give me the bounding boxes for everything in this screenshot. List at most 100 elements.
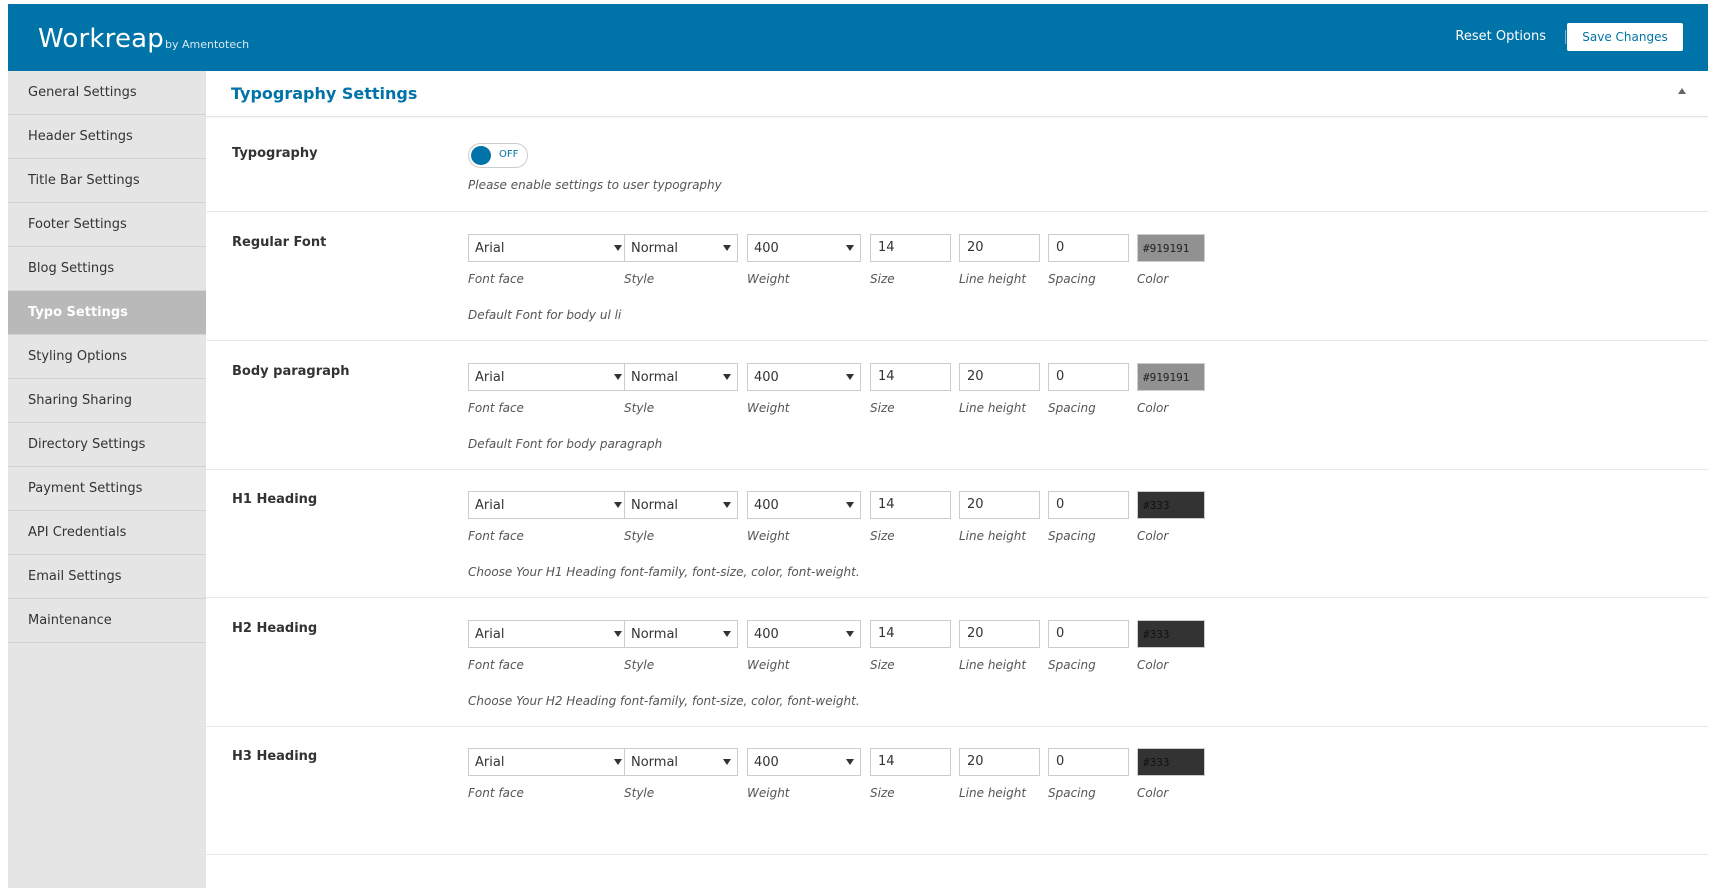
font-face-caption: Font face — [468, 401, 524, 415]
chevron-down-icon — [846, 759, 854, 765]
style-caption: Style — [624, 658, 655, 672]
line-height-caption: Line height — [959, 658, 1027, 672]
sidebar-item-title-bar-settings[interactable]: Title Bar Settings — [8, 159, 206, 203]
size-caption: Size — [870, 272, 895, 286]
font-size-input[interactable]: 14 — [870, 748, 951, 776]
weight-caption: Weight — [747, 658, 790, 672]
font-row-label: Body paragraph — [232, 364, 350, 379]
chevron-down-icon — [614, 759, 622, 765]
font-style-select[interactable]: Normal — [624, 748, 738, 776]
font-row-description: Default Font for body paragraph — [468, 437, 663, 451]
font-face-value: Arial — [475, 627, 505, 642]
font-style-value: Normal — [631, 755, 679, 770]
chevron-down-icon — [614, 502, 622, 508]
sidebar-item-styling-options[interactable]: Styling Options — [8, 335, 206, 379]
font-weight-select[interactable]: 400 — [747, 234, 861, 262]
chevron-down-icon — [723, 759, 731, 765]
toggle-knob — [471, 146, 491, 165]
style-caption: Style — [624, 786, 655, 800]
size-caption: Size — [870, 786, 895, 800]
font-style-select[interactable]: Normal — [624, 491, 738, 519]
chevron-down-icon — [614, 631, 622, 637]
sidebar-item-payment-settings[interactable]: Payment Settings — [8, 467, 206, 511]
sidebar-item-blog-settings[interactable]: Blog Settings — [8, 247, 206, 291]
color-caption: Color — [1137, 658, 1169, 672]
letter-spacing-input[interactable]: 0 — [1048, 620, 1129, 648]
toggle-state-text: OFF — [499, 149, 519, 160]
letter-spacing-input[interactable]: 0 — [1048, 748, 1129, 776]
style-caption: Style — [624, 529, 655, 543]
font-style-select[interactable]: Normal — [624, 234, 738, 262]
color-caption: Color — [1137, 529, 1169, 543]
sidebar-item-api-credentials[interactable]: API Credentials — [8, 511, 206, 555]
font-row-label: H3 Heading — [232, 749, 318, 764]
sidebar-item-general-settings[interactable]: General Settings — [8, 71, 206, 115]
font-style-select[interactable]: Normal — [624, 363, 738, 391]
sidebar-item-footer-settings[interactable]: Footer Settings — [8, 203, 206, 247]
letter-spacing-input[interactable]: 0 — [1048, 363, 1129, 391]
font-size-input[interactable]: 14 — [870, 620, 951, 648]
sidebar-item-directory-settings[interactable]: Directory Settings — [8, 423, 206, 467]
font-weight-value: 400 — [754, 498, 779, 513]
font-face-select[interactable]: Arial — [468, 620, 629, 648]
sidebar-item-header-settings[interactable]: Header Settings — [8, 115, 206, 159]
font-row-label: Regular Font — [232, 235, 327, 250]
chevron-down-icon — [614, 374, 622, 380]
sidebar-item-sharing-sharing[interactable]: Sharing Sharing — [8, 379, 206, 423]
letter-spacing-input[interactable]: 0 — [1048, 234, 1129, 262]
spacing-caption: Spacing — [1048, 658, 1096, 672]
font-face-select[interactable]: Arial — [468, 491, 629, 519]
font-weight-select[interactable]: 400 — [747, 620, 861, 648]
font-row-description: Choose Your H2 Heading font-family, font… — [468, 694, 860, 708]
font-face-value: Arial — [475, 370, 505, 385]
save-changes-button[interactable]: Save Changes — [1567, 23, 1683, 51]
sidebar: General Settings Header Settings Title B… — [8, 71, 207, 888]
color-picker[interactable]: #919191 — [1137, 363, 1205, 391]
font-style-select[interactable]: Normal — [624, 620, 738, 648]
weight-caption: Weight — [747, 401, 790, 415]
font-row-label: H1 Heading — [232, 492, 318, 507]
reset-options-link[interactable]: Reset Options — [1455, 29, 1546, 44]
font-size-input[interactable]: 14 — [870, 363, 951, 391]
color-picker[interactable]: #919191 — [1137, 234, 1205, 262]
font-face-select[interactable]: Arial — [468, 234, 629, 262]
font-face-select[interactable]: Arial — [468, 748, 629, 776]
font-weight-select[interactable]: 400 — [747, 491, 861, 519]
line-height-input[interactable]: 20 — [959, 491, 1040, 519]
weight-caption: Weight — [747, 529, 790, 543]
spacing-caption: Spacing — [1048, 401, 1096, 415]
line-height-caption: Line height — [959, 786, 1027, 800]
font-size-input[interactable]: 14 — [870, 491, 951, 519]
font-style-value: Normal — [631, 241, 679, 256]
font-weight-select[interactable]: 400 — [747, 363, 861, 391]
color-picker[interactable]: #333 — [1137, 620, 1205, 648]
sidebar-item-typo-settings[interactable]: Typo Settings — [8, 291, 206, 335]
font-setting-row: H2 Heading Arial Normal 400 14 20 0 #333… — [206, 598, 1708, 727]
typography-description: Please enable settings to user typograph… — [468, 178, 722, 192]
line-height-input[interactable]: 20 — [959, 234, 1040, 262]
font-weight-select[interactable]: 400 — [747, 748, 861, 776]
font-size-input[interactable]: 14 — [870, 234, 951, 262]
color-picker[interactable]: #333 — [1137, 491, 1205, 519]
typography-toggle[interactable]: OFF — [468, 143, 528, 168]
typography-toggle-row: Typography OFF Please enable settings to… — [206, 116, 1708, 212]
font-face-select[interactable]: Arial — [468, 363, 629, 391]
line-height-caption: Line height — [959, 272, 1027, 286]
sidebar-item-maintenance[interactable]: Maintenance — [8, 599, 206, 643]
font-weight-value: 400 — [754, 241, 779, 256]
spacing-caption: Spacing — [1048, 272, 1096, 286]
font-setting-row: Body paragraph Arial Normal 400 14 20 0 … — [206, 341, 1708, 470]
font-style-value: Normal — [631, 498, 679, 513]
line-height-caption: Line height — [959, 529, 1027, 543]
line-height-input[interactable]: 20 — [959, 363, 1040, 391]
font-face-caption: Font face — [468, 658, 524, 672]
line-height-input[interactable]: 20 — [959, 748, 1040, 776]
chevron-down-icon — [846, 631, 854, 637]
collapse-arrow-icon[interactable] — [1678, 88, 1686, 94]
chevron-down-icon — [614, 245, 622, 251]
sidebar-item-email-settings[interactable]: Email Settings — [8, 555, 206, 599]
color-picker[interactable]: #333 — [1137, 748, 1205, 776]
letter-spacing-input[interactable]: 0 — [1048, 491, 1129, 519]
line-height-input[interactable]: 20 — [959, 620, 1040, 648]
spacing-caption: Spacing — [1048, 786, 1096, 800]
